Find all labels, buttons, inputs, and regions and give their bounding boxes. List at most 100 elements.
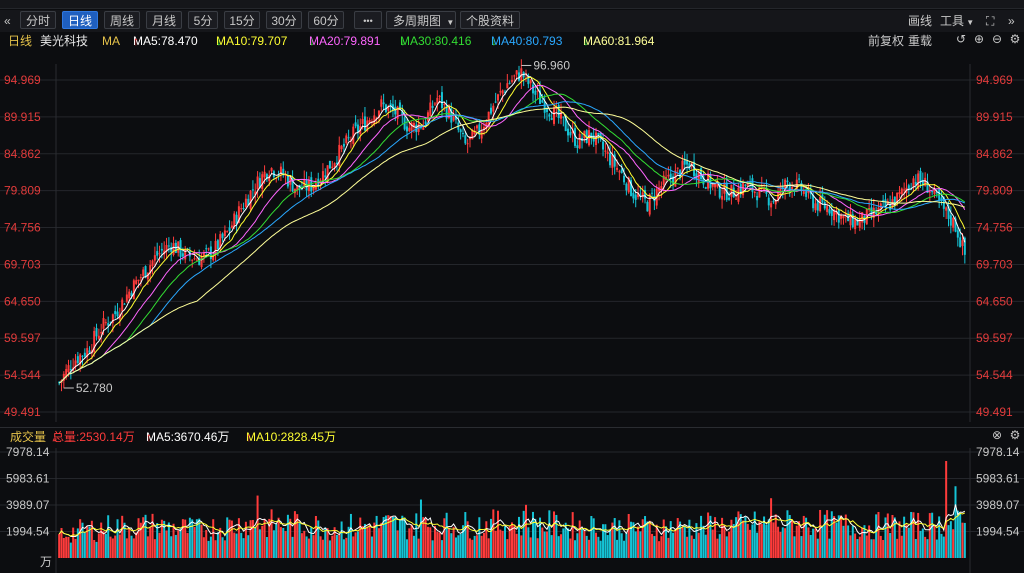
price-tick-right: 49.491 (976, 405, 1013, 419)
volume-bar (585, 535, 588, 558)
candle-body (721, 195, 724, 200)
volume-bar (903, 516, 906, 558)
volume-bar (298, 523, 301, 558)
candle-body (405, 126, 408, 132)
candle-body (567, 128, 570, 136)
candle-body (331, 166, 334, 168)
volume-bar (802, 515, 805, 558)
price-tick-left: 94.969 (4, 73, 41, 87)
volume-bar (319, 536, 322, 558)
volume-bar (506, 539, 509, 558)
volume-bars (58, 461, 966, 558)
volume-bar (814, 528, 817, 558)
candle-body (501, 90, 504, 94)
volume-bar (151, 513, 154, 558)
volume-bar (896, 538, 899, 558)
candle-body (340, 146, 343, 150)
volume-bar (917, 512, 920, 558)
candle-body (623, 175, 626, 183)
volume-bar (676, 518, 679, 558)
volume-bar (777, 526, 780, 558)
volume-bar (704, 534, 707, 558)
volume-bar (534, 518, 537, 558)
candle-body (193, 258, 196, 260)
volume-bar (251, 519, 254, 558)
volume-bar (335, 534, 338, 558)
volume-bar (828, 538, 831, 558)
volume-bar (307, 538, 310, 558)
volume-bar (550, 535, 553, 558)
volume-bar (765, 524, 768, 558)
volume-bar (730, 519, 733, 558)
volume-bar (331, 535, 334, 558)
candle-body (172, 243, 175, 255)
candle-body (429, 102, 432, 116)
volume-bar (184, 519, 187, 558)
ma5-line (58, 73, 966, 384)
volume-bar (401, 515, 404, 558)
volume-bar (690, 535, 693, 558)
volume-tick-left: 7978.14 (6, 445, 50, 459)
candle-body (242, 207, 245, 209)
volume-bar (310, 527, 313, 558)
volume-bar (826, 510, 829, 558)
volume-bar (952, 529, 955, 558)
volume-bar (767, 519, 770, 558)
candle-body (616, 167, 619, 170)
volume-bar (440, 540, 443, 558)
volume-bar (361, 526, 364, 558)
candle-body (550, 117, 553, 120)
candle-body (326, 165, 329, 182)
volume-bar (233, 532, 236, 558)
volume-bar (354, 532, 357, 558)
volume-bar (417, 538, 420, 558)
candle-body (69, 369, 72, 371)
volume-bar (95, 541, 98, 558)
candle-body (380, 99, 383, 107)
volume-bar (237, 518, 240, 558)
candle-body (363, 116, 366, 131)
candle-body (408, 127, 411, 132)
candle-body (440, 92, 443, 109)
volume-bar (823, 514, 826, 558)
candle-body (156, 251, 159, 256)
candle-body (959, 237, 962, 248)
candle-body (167, 245, 170, 247)
candle-body (534, 90, 537, 95)
volume-bar (947, 525, 950, 558)
candle-body (830, 209, 833, 216)
price-tick-right: 74.756 (976, 221, 1013, 235)
candle-body (802, 190, 805, 194)
volume-bar (847, 525, 850, 558)
volume-bar (426, 526, 429, 558)
volume-bar (503, 526, 506, 558)
candle-body (452, 116, 455, 121)
volume-bar (445, 512, 448, 558)
volume-bar (781, 527, 784, 558)
volume-bar (784, 528, 787, 558)
chart-canvas[interactable]: 94.969 94.969 89.915 89.915 84.862 84.862 79.8… (0, 0, 1024, 573)
candle-body (368, 119, 371, 123)
volume-bar (254, 527, 257, 558)
candle-body (67, 365, 70, 373)
volume-bar (648, 520, 651, 558)
volume-bar (247, 535, 250, 558)
volume-bar (366, 526, 369, 558)
candle-body (261, 174, 264, 190)
volume-bar (499, 529, 502, 558)
volume-bar (907, 527, 910, 558)
candle-body (321, 171, 324, 182)
candle-body (842, 215, 845, 219)
volume-bar (807, 527, 810, 558)
volume-bar (949, 521, 952, 558)
volume-bar (153, 539, 156, 558)
volume-bar (130, 535, 133, 558)
volume-bar (578, 520, 581, 558)
volume-bar (819, 509, 822, 558)
volume-bar (391, 516, 394, 558)
volume-bar (637, 526, 640, 558)
volume-bar (398, 519, 401, 558)
volume-bar (791, 520, 794, 558)
volume-bar (854, 533, 857, 558)
candle-body (625, 183, 628, 191)
